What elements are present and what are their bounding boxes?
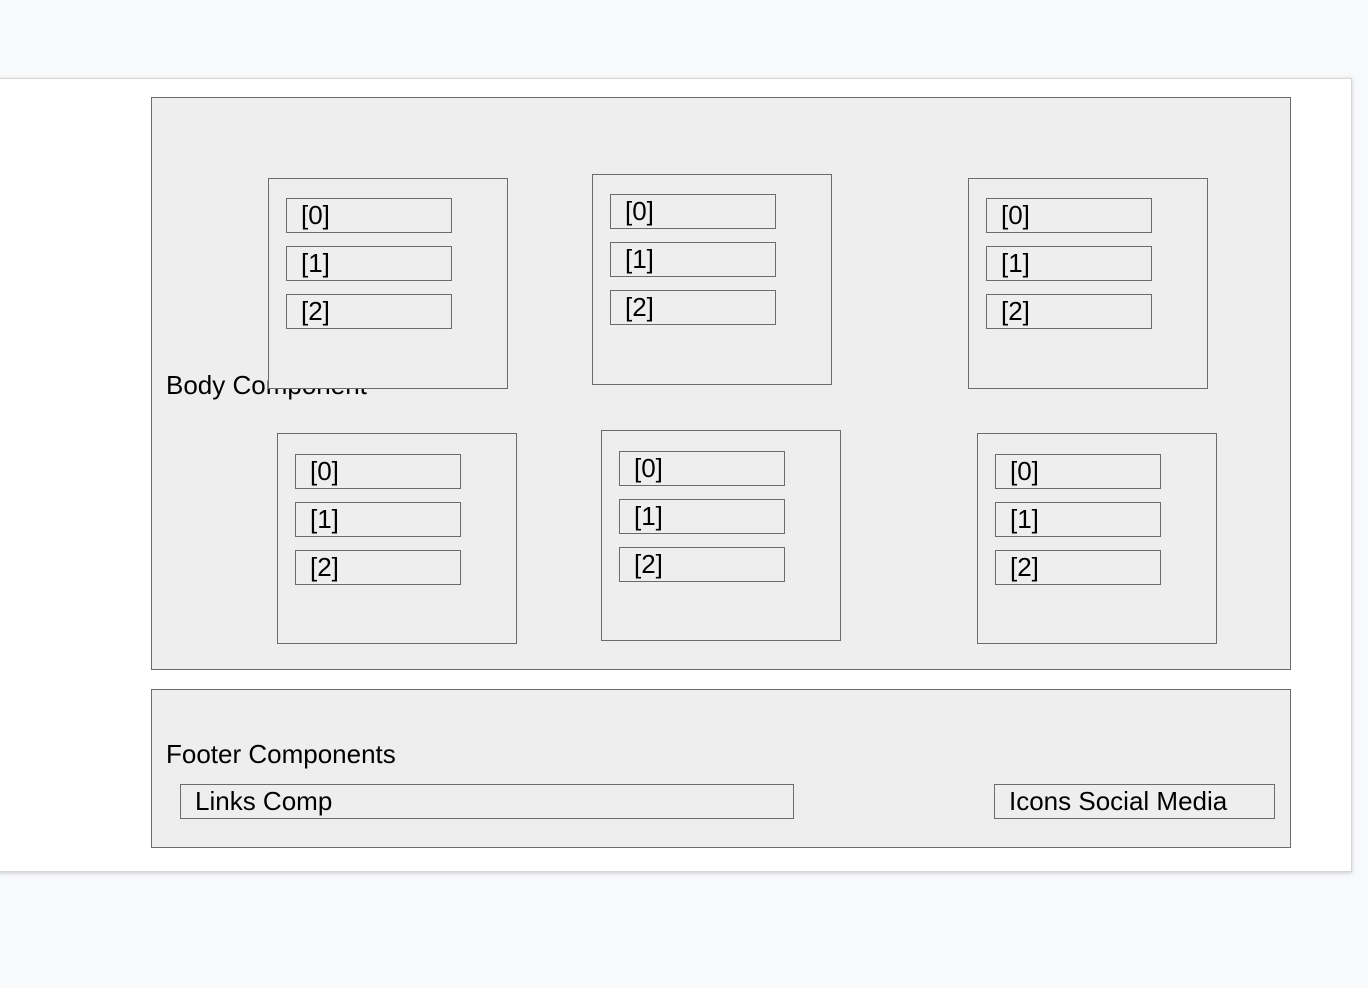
list-item: [0] (295, 454, 461, 489)
diagram-canvas: Body Component [0] [1] [2] [0] [1] [2] [… (0, 0, 1368, 988)
list-item: [2] (610, 290, 776, 325)
list-card: [0] [1] [2] (601, 430, 841, 641)
list-item: [1] (610, 242, 776, 277)
list-item: [0] (619, 451, 785, 486)
list-item: [1] (295, 502, 461, 537)
social-icons-box: Icons Social Media (994, 784, 1275, 819)
list-card: [0] [1] [2] (968, 178, 1208, 389)
list-item: [2] (619, 547, 785, 582)
list-item: [1] (986, 246, 1152, 281)
list-item: [1] (619, 499, 785, 534)
list-item: [2] (295, 550, 461, 585)
list-item: [0] (986, 198, 1152, 233)
list-item: [1] (995, 502, 1161, 537)
list-item: [0] (610, 194, 776, 229)
list-item: [0] (286, 198, 452, 233)
links-comp-box: Links Comp (180, 784, 794, 819)
list-card: [0] [1] [2] (268, 178, 508, 389)
list-card: [0] [1] [2] (977, 433, 1217, 644)
footer-component-label: Footer Components (166, 739, 396, 769)
list-card: [0] [1] [2] (277, 433, 517, 644)
list-item: [2] (286, 294, 452, 329)
list-item: [2] (995, 550, 1161, 585)
list-item: [2] (986, 294, 1152, 329)
list-card: [0] [1] [2] (592, 174, 832, 385)
list-item: [1] (286, 246, 452, 281)
list-item: [0] (995, 454, 1161, 489)
